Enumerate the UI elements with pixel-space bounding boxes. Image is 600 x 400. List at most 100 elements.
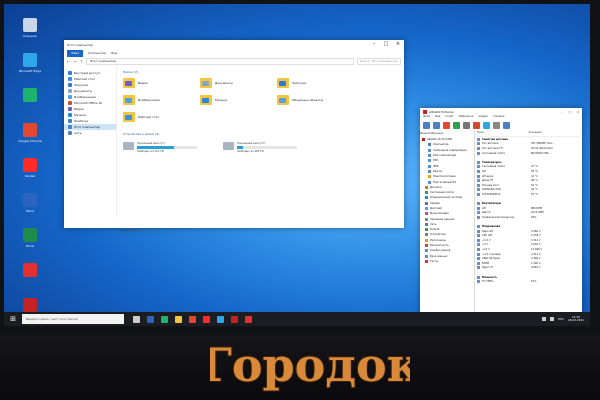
drive-item[interactable]: Локальный диск (D:) свободно из 465 ГБ [223,142,301,153]
tree-node-icon [428,180,431,184]
col-field[interactable]: Поле [477,131,529,136]
close-icon[interactable]: × [392,40,404,49]
aida-menu-item[interactable]: Сервис [478,115,488,120]
toolbar-button-icon[interactable] [443,121,450,129]
sensor-field-label: Свойства датчика [482,137,508,141]
toolbar-button-icon[interactable] [503,121,510,129]
volume-icon[interactable] [550,317,555,321]
toolbar-button-icon[interactable] [453,121,460,129]
desktop-icon[interactable]: Word [14,193,46,228]
folder-icon [277,95,289,105]
sensor-field: Ядро ГП [477,266,531,270]
sensor-icon [477,165,480,169]
up-arrow-icon[interactable]: ↑ [80,59,83,64]
folder-item[interactable]: Объемные объекты [277,93,354,107]
desktop-icon[interactable] [14,263,46,298]
desktop-icon[interactable] [14,88,46,123]
sensor-value: 37 °C [530,165,538,169]
taskbar-app-icon[interactable] [161,315,168,323]
sensor-field: CPU VID [477,234,531,238]
taskbar-app-icon[interactable] [147,315,154,323]
desktop-icon[interactable]: Yandex [14,158,46,193]
tree-node-label: DMI [433,159,439,163]
language-indicator[interactable]: РУС [558,317,564,321]
folder-item[interactable]: Музыка [200,93,277,107]
taskbar-app-icon[interactable] [133,315,140,323]
folder-item[interactable]: Изображения [123,93,200,107]
sensor-row[interactable]: ГП TDP% 15% [477,279,580,284]
aida-close-icon[interactable]: × [574,110,582,114]
drive-icon [123,142,134,150]
taskbar-search-input[interactable]: Введите здесь текст для поиска [22,314,124,324]
sensor-icon [477,266,480,270]
aida-menu-item[interactable]: Отчёт [445,115,453,120]
drive-free-space: свободно из 465 ГБ [237,150,264,153]
desktop-icon-label: Google Chrome [18,139,42,143]
folder-item[interactable]: Загрузки [277,76,354,90]
desktop-icon[interactable]: Microsoft Edge [14,53,46,88]
sidebar-item[interactable]: Сеть [64,130,116,136]
taskbar-app-icon[interactable] [245,315,252,323]
aida-minimize-icon[interactable]: – [558,110,566,114]
aida-maximize-icon[interactable]: □ [566,110,574,114]
sensor-value: 1.038 V [530,234,541,238]
explorer-search-input[interactable]: Поиск: Этот компьютер [357,58,401,65]
taskbar-app-icon[interactable] [231,315,238,323]
explorer-ribbon: Файл Компьютер Вид [64,49,404,57]
sensor-field: ЦП диод [477,174,531,178]
excel-icon [23,228,37,242]
sensor-value: 41 °C [530,174,538,178]
toolbar-button-icon[interactable] [493,121,500,129]
drive-item[interactable]: Локальный диск (C:) свободно из 111 ГБ [123,142,201,153]
sensor-value: 34 °C [530,188,538,192]
sensor-field-label: ГП TDP% [482,280,494,284]
taskbar-app-icon[interactable] [217,315,224,323]
address-bar[interactable]: Этот компьютер [86,58,354,65]
aida-title-bar[interactable]: AIDA64 Extreme – □ × [420,108,582,115]
folder-item[interactable]: Видео [123,76,200,90]
taskbar-app-icon[interactable] [203,315,210,323]
sensor-field-label: DIMM [482,261,489,265]
taskbar-app-icon[interactable] [189,315,196,323]
sensor-field-label: Ядро ЦП [482,229,494,233]
ribbon-tab-computer[interactable]: Компьютер [88,51,106,55]
ribbon-file-tab[interactable]: Файл [67,49,84,57]
explorer-title-bar[interactable]: Этот компьютер – □ × [64,40,404,49]
folder-item[interactable]: Документы [200,76,277,90]
desktop-icon[interactable]: Excel [14,228,46,263]
sensor-icon [477,275,480,279]
start-button[interactable]: ⊞ [8,314,18,324]
toolbar-button-icon[interactable] [473,121,480,129]
tree-node-label: Операционная система [430,196,463,200]
aida-menu-item[interactable]: Избранное [459,115,474,120]
sidebar-item-icon [68,77,72,81]
sensor-value: 3.168 V [530,257,541,261]
toolbar-button-icon[interactable] [483,121,490,129]
clock[interactable]: 11:45 26.03.2021 [568,315,584,323]
desktop-icon[interactable]: Корзина [14,18,46,53]
desktop-icon[interactable]: Google Chrome [14,123,46,158]
aida-menu-item[interactable]: Справка [493,115,504,120]
chrome-icon [23,123,37,137]
ribbon-tab-view[interactable]: Вид [111,51,117,55]
tree-node[interactable]: Тесты [420,259,474,264]
sensor-field-label: SAMSUNG SSD [482,188,501,192]
network-icon[interactable] [542,317,547,321]
forward-arrow-icon[interactable]: → [73,59,76,64]
sensor-field-label: ЦП [482,169,486,173]
maximize-icon[interactable]: □ [380,40,392,49]
toolbar-button-icon[interactable] [433,121,440,129]
back-arrow-icon[interactable]: ← [67,59,70,64]
sensor-field: ЦП [477,206,531,210]
toolbar-button-icon[interactable] [463,121,470,129]
minimize-icon[interactable]: – [368,40,380,49]
col-value[interactable]: Значение [529,131,581,136]
drives-section-header[interactable]: Устройства и диски (2) [123,132,398,138]
toolbar-button-icon[interactable] [423,121,430,129]
sensor-field-label: CPU VID [482,234,493,238]
taskbar-app-icon[interactable] [175,315,182,323]
aida-menu-item[interactable]: Вид [435,115,440,120]
aida-menu-item[interactable]: Файл [423,115,430,120]
folder-item[interactable]: Рабочий стол [123,110,200,124]
edge-icon-2 [23,88,37,102]
